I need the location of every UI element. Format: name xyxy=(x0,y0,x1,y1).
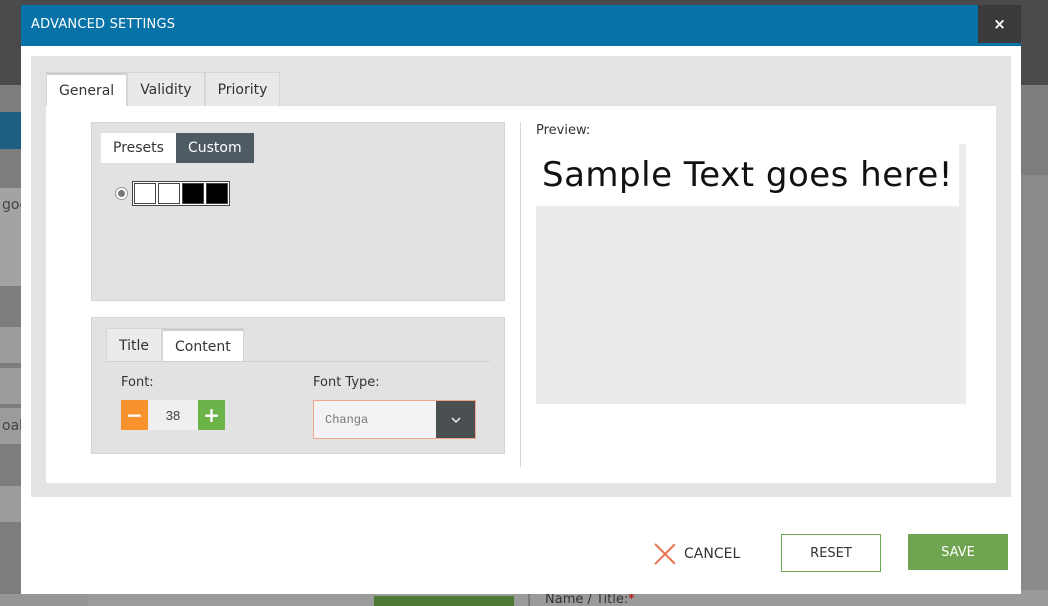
background-row xyxy=(0,327,22,363)
preset-tabs: Presets Custom xyxy=(101,133,254,163)
font-size-stepper: − + xyxy=(121,400,225,430)
increase-button[interactable]: + xyxy=(198,400,225,430)
cancel-button[interactable]: CANCEL xyxy=(654,543,740,565)
vertical-divider xyxy=(520,122,521,467)
advanced-settings-dialog: ADVANCED SETTINGS × General Validity Pri… xyxy=(21,5,1021,594)
font-size-input[interactable] xyxy=(148,400,198,430)
color-swatch xyxy=(206,183,228,204)
font-type-select[interactable]: Changa xyxy=(313,400,476,439)
chevron-down-icon xyxy=(451,417,460,423)
preview-label: Preview: xyxy=(536,123,591,138)
tab-divider xyxy=(106,361,490,362)
font-size-label: Font: xyxy=(121,375,154,390)
color-presets-panel: Presets Custom xyxy=(91,122,505,301)
dialog-header: ADVANCED SETTINGS × xyxy=(21,5,1021,46)
background-footer xyxy=(0,594,88,606)
font-settings-panel: Title Content Font: − + Font Type: Cha xyxy=(91,317,505,454)
color-swatch xyxy=(134,183,156,204)
background-green-button xyxy=(374,596,514,606)
tab-custom[interactable]: Custom xyxy=(175,133,254,163)
color-swatch xyxy=(182,183,204,204)
preset-radio[interactable] xyxy=(115,187,128,200)
close-icon xyxy=(654,543,676,565)
tab-validity[interactable]: Validity xyxy=(127,72,205,107)
tab-priority[interactable]: Priority xyxy=(204,72,281,107)
settings-panel: General Validity Priority Presets Custom xyxy=(31,56,1011,497)
plus-icon: + xyxy=(203,403,220,427)
preview-area: Sample Text goes here! xyxy=(536,144,966,404)
background-row xyxy=(0,368,22,404)
dropdown-toggle[interactable] xyxy=(436,401,475,438)
save-button[interactable]: SAVE xyxy=(908,534,1008,570)
minus-icon: − xyxy=(126,403,143,427)
font-type-label: Font Type: xyxy=(313,375,380,390)
background-row xyxy=(0,486,22,522)
color-swatches[interactable] xyxy=(132,181,230,206)
tab-content[interactable]: Content xyxy=(162,328,244,362)
dialog-title: ADVANCED SETTINGS xyxy=(31,17,176,32)
cancel-label: CANCEL xyxy=(684,546,741,562)
close-button[interactable]: × xyxy=(978,5,1021,43)
color-swatch xyxy=(158,183,180,204)
background-right-panel xyxy=(1021,175,1048,606)
preview-sample-text: Sample Text goes here! xyxy=(536,144,959,206)
reset-button[interactable]: RESET xyxy=(781,534,881,572)
decrease-button[interactable]: − xyxy=(121,400,148,430)
close-icon: × xyxy=(993,15,1006,33)
preset-option[interactable] xyxy=(115,181,230,206)
general-tab-content: Presets Custom Title Content Font: − 38 … xyxy=(46,106,996,483)
font-type-value: Changa xyxy=(325,412,369,427)
tab-general[interactable]: General xyxy=(46,72,128,107)
background-blue-bar xyxy=(0,112,22,149)
font-tabs: Title Content xyxy=(106,328,244,362)
background-name-label: Name / Title:* xyxy=(545,592,635,606)
tab-title[interactable]: Title xyxy=(106,328,163,362)
main-tabs: General Validity Priority xyxy=(46,72,281,107)
tab-presets[interactable]: Presets xyxy=(101,133,176,163)
